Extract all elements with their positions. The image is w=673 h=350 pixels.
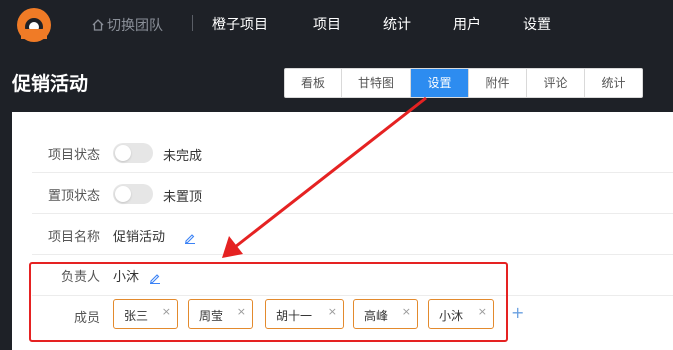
top-bar: 切换团队 橙子项目 项目 统计 用户 设置 [0,0,673,48]
status-row: 项目状态 未完成 [32,132,673,173]
project-tabs: 看板 甘特图 设置 附件 评论 统计 [284,68,643,98]
tab-kanban[interactable]: 看板 [285,69,342,97]
tab-comments[interactable]: 评论 [527,69,585,97]
app-logo[interactable] [16,7,52,43]
switch-team-button[interactable]: 切换团队 [91,15,163,35]
status-toggle[interactable] [113,143,153,163]
tab-attachments[interactable]: 附件 [469,69,527,97]
name-label: 项目名称 [47,230,100,245]
annotation-highlight-box [29,262,508,342]
home-icon [91,18,105,32]
edit-name-icon[interactable] [184,229,196,244]
tab-statistics[interactable]: 统计 [585,69,642,97]
name-value: 促销活动 [113,230,166,245]
tab-gantt[interactable]: 甘特图 [342,69,411,97]
name-row: 项目名称 促销活动 [32,214,673,255]
nav-statistics[interactable]: 统计 [383,14,411,34]
pin-row: 置顶状态 未置顶 [32,173,673,214]
status-value: 未完成 [163,149,203,164]
pin-label: 置顶状态 [47,189,100,204]
nav-orange-projects[interactable]: 橙子项目 [212,14,268,34]
switch-team-label: 切换团队 [107,18,163,34]
tab-settings[interactable]: 设置 [411,69,469,97]
nav-settings[interactable]: 设置 [523,14,551,34]
page-title: 促销活动 [12,73,89,95]
status-label: 项目状态 [47,148,100,163]
nav-divider [192,15,193,31]
add-member-button[interactable]: + [511,303,524,322]
nav-users[interactable]: 用户 [453,14,481,34]
pin-toggle[interactable] [113,184,153,204]
pin-value: 未置顶 [163,190,203,205]
nav-projects[interactable]: 项目 [313,14,341,34]
